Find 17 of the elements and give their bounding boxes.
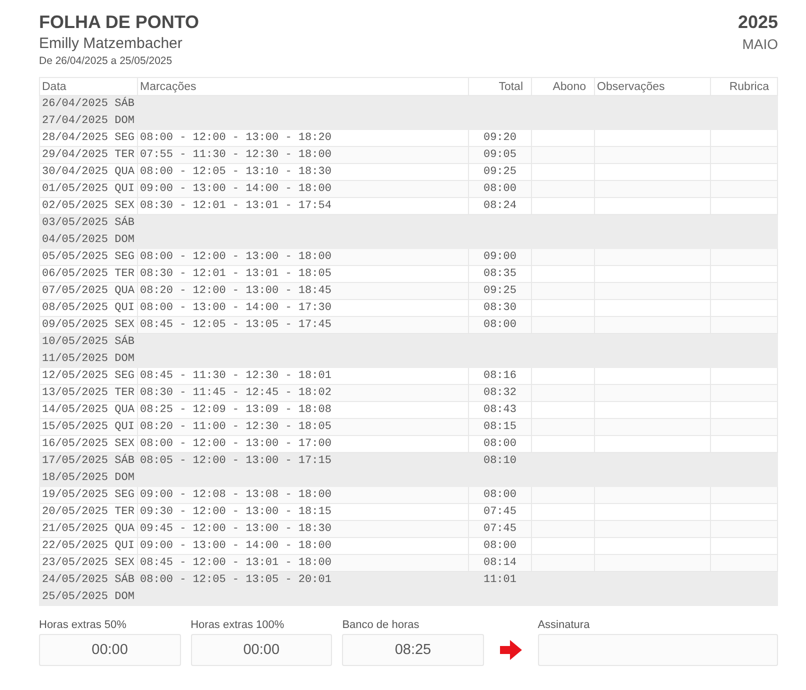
field-label: Horas extras 100%	[190, 618, 286, 632]
field-label: Assinatura	[538, 618, 591, 632]
sheet-title: FOLHA DE PONTO	[39, 11, 200, 34]
summary-field: 08:25	[342, 634, 484, 666]
period-text: De 26/04/2025 a 25/05/2025	[39, 54, 174, 68]
month-text: MAIO	[741, 35, 778, 54]
field-label: Horas extras 50%	[39, 618, 128, 632]
field-label: Banco de horas	[342, 618, 420, 632]
year-text: 2025	[738, 11, 778, 34]
employee-name: Emilly Matzembacher	[39, 34, 184, 54]
column-header: Observações	[594, 78, 710, 96]
date-cell: 25/05/2025 DOM	[40, 588, 138, 606]
column-header: Marcações	[138, 78, 468, 96]
arrow-right-icon	[500, 639, 522, 661]
column-header: Data	[40, 78, 138, 96]
summary-field: 00:00	[190, 634, 332, 666]
summary-field: 00:00	[39, 634, 181, 666]
